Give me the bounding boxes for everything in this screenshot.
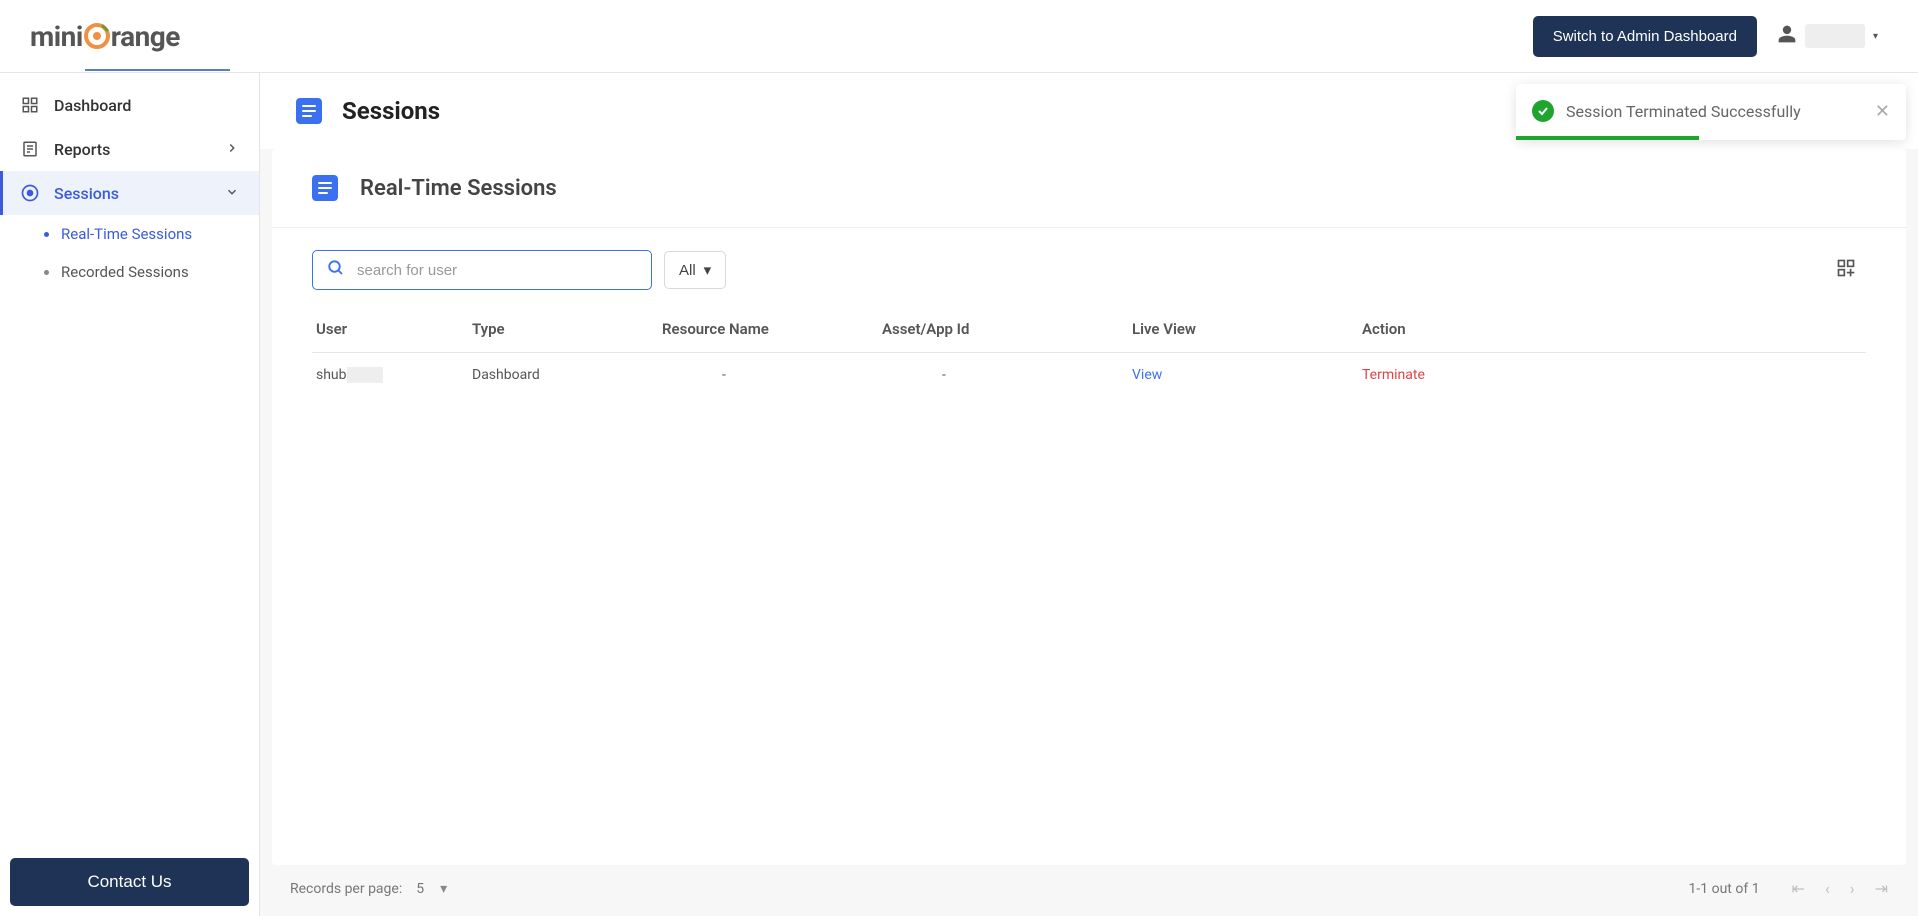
toast-progress — [1516, 136, 1699, 140]
prev-page-icon[interactable]: ‹ — [1825, 879, 1830, 898]
sidebar-sub-label: Real-Time Sessions — [61, 225, 192, 243]
logo-text-prefix: mini — [30, 20, 83, 53]
document-icon — [312, 175, 338, 201]
sidebar-sub-recorded[interactable]: Recorded Sessions — [0, 253, 259, 291]
sessions-icon — [20, 183, 40, 203]
user-name-placeholder — [1805, 24, 1865, 48]
filter-dropdown[interactable]: All ▾ — [664, 251, 726, 289]
check-circle-icon — [1532, 100, 1554, 122]
page-title: Sessions — [342, 97, 440, 125]
contact-us-button[interactable]: Contact Us — [10, 858, 249, 906]
cell-action: Terminate — [1362, 367, 1866, 383]
sidebar-sub-label: Recorded Sessions — [61, 263, 189, 281]
range-text: 1-1 out of 1 — [1689, 881, 1760, 897]
app-header: mini range Switch to Admin Dashboard ▾ — [0, 0, 1918, 73]
table-footer: Records per page: 5 ▾ 1-1 out of 1 ⇤ ‹ ›… — [272, 865, 1906, 916]
toolbar: All ▾ — [302, 228, 1876, 312]
next-page-icon[interactable]: › — [1850, 879, 1855, 898]
search-input[interactable] — [357, 262, 637, 279]
cell-live: View — [1132, 367, 1362, 383]
caret-down-icon: ▾ — [704, 261, 712, 279]
document-icon — [296, 98, 322, 124]
user-name-masked — [347, 367, 383, 383]
dashboard-icon — [20, 95, 40, 115]
sidebar-item-label: Sessions — [54, 184, 119, 203]
brand-logo: mini range — [30, 20, 180, 53]
user-icon — [1777, 24, 1797, 48]
sidebar-item-dashboard[interactable]: Dashboard — [0, 83, 259, 127]
nav: Dashboard Reports Sessions Real-Time Ses… — [0, 73, 259, 848]
user-text: shub — [316, 367, 347, 383]
sidebar: Dashboard Reports Sessions Real-Time Ses… — [0, 73, 260, 916]
logo-underline — [85, 69, 230, 71]
search-field-wrap[interactable] — [312, 250, 652, 290]
user-menu[interactable]: ▾ — [1777, 24, 1878, 48]
panel-title: Real-Time Sessions — [360, 176, 557, 201]
filter-label: All — [679, 262, 696, 279]
per-page-value: 5 — [416, 881, 424, 897]
reports-icon — [20, 139, 40, 159]
cell-asset: - — [882, 367, 1132, 383]
panel: Real-Time Sessions All ▾ — [272, 149, 1906, 865]
search-icon — [327, 259, 345, 281]
pagination-icons: ⇤ ‹ › ⇥ — [1792, 879, 1888, 898]
sidebar-item-label: Reports — [54, 140, 110, 159]
cell-type: Dashboard — [472, 367, 662, 383]
sidebar-item-sessions[interactable]: Sessions — [0, 171, 259, 215]
sidebar-item-label: Dashboard — [54, 96, 131, 115]
grid-view-icon[interactable] — [1836, 258, 1866, 282]
spacer — [302, 397, 1876, 865]
cell-resource: - — [662, 367, 882, 383]
col-asset: Asset/App Id — [882, 320, 1132, 338]
col-type: Type — [472, 320, 662, 338]
panel-header: Real-Time Sessions — [302, 175, 1876, 227]
col-resource: Resource Name — [662, 320, 882, 338]
sidebar-item-reports[interactable]: Reports — [0, 127, 259, 171]
view-link[interactable]: View — [1132, 367, 1162, 383]
bullet-icon — [44, 232, 49, 237]
table-row: shub Dashboard - - View Terminate — [312, 353, 1866, 397]
chevron-right-icon — [225, 140, 239, 159]
chevron-down-icon — [225, 184, 239, 203]
col-live: Live View — [1132, 320, 1362, 338]
per-page-label: Records per page: — [290, 881, 402, 897]
main-area: Sessions Real-Time Sessions All ▾ — [260, 73, 1918, 916]
toast-message: Session Terminated Successfully — [1566, 102, 1863, 121]
col-action: Action — [1362, 320, 1866, 338]
bullet-icon — [44, 270, 49, 275]
sidebar-sub-real-time[interactable]: Real-Time Sessions — [0, 215, 259, 253]
logo-orange-o — [83, 20, 111, 53]
toast-notification: Session Terminated Successfully ✕ — [1516, 84, 1906, 140]
cell-user: shub — [312, 367, 472, 383]
session-table: User Type Resource Name Asset/App Id Liv… — [302, 312, 1876, 397]
table-header: User Type Resource Name Asset/App Id Liv… — [312, 312, 1866, 353]
first-page-icon[interactable]: ⇤ — [1792, 879, 1805, 898]
caret-down-icon: ▾ — [1873, 31, 1878, 42]
header-right: Switch to Admin Dashboard ▾ — [1533, 16, 1878, 57]
toast-close-button[interactable]: ✕ — [1875, 101, 1890, 122]
switch-admin-button[interactable]: Switch to Admin Dashboard — [1533, 16, 1757, 57]
col-user: User — [312, 320, 472, 338]
canvas: Real-Time Sessions All ▾ — [260, 149, 1918, 916]
per-page-dropdown[interactable]: ▾ — [440, 881, 447, 897]
last-page-icon[interactable]: ⇥ — [1875, 879, 1888, 898]
terminate-link[interactable]: Terminate — [1362, 367, 1425, 383]
logo-text-suffix: range — [111, 20, 180, 53]
